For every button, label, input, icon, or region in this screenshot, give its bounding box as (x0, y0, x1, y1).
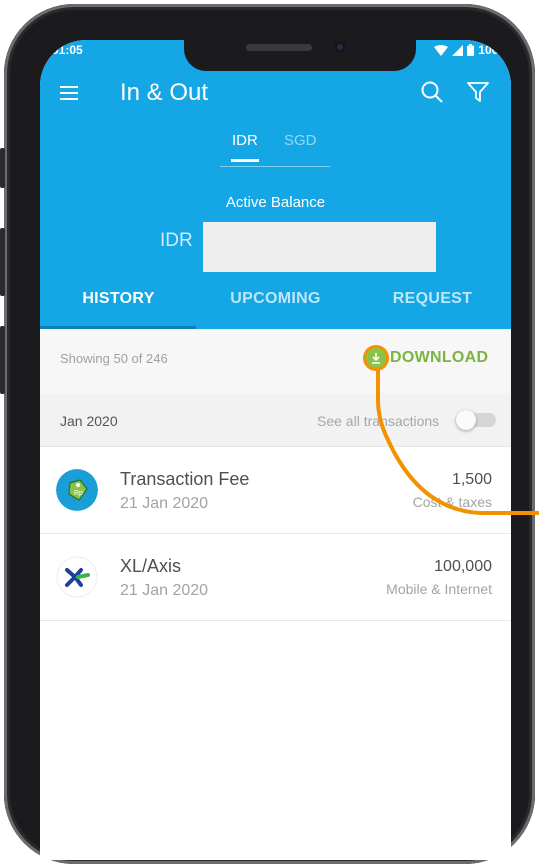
annotation-pointer-line (376, 370, 539, 515)
